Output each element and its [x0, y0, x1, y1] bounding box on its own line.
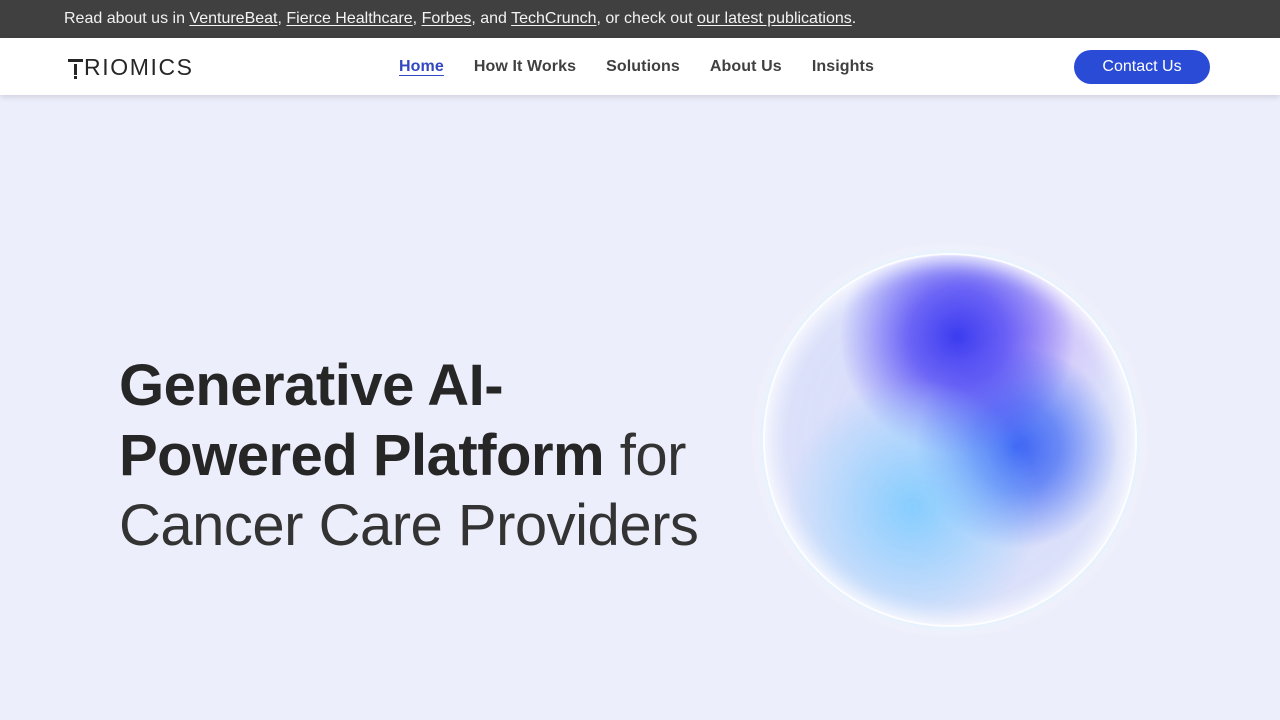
hero-section: Generative AI- Powered Platform for Canc…: [0, 95, 1280, 720]
sphere-rim: [763, 253, 1137, 627]
triomics-logo[interactable]: RIOMICS: [68, 53, 194, 81]
nav-home[interactable]: Home: [399, 58, 444, 76]
nav-insights[interactable]: Insights: [812, 58, 874, 76]
nav-about-us[interactable]: About Us: [710, 58, 782, 76]
announcement-bar: Read about us in VentureBeat, Fierce Hea…: [0, 0, 1280, 38]
nav-solutions[interactable]: Solutions: [606, 58, 680, 76]
headline-connector: for: [604, 423, 687, 488]
headline-line-1: Generative AI-: [119, 353, 504, 418]
techcrunch-link[interactable]: TechCrunch: [511, 10, 596, 27]
announcement-middle: , or check out: [596, 10, 697, 27]
contact-us-button[interactable]: Contact Us: [1074, 50, 1210, 84]
announcement-prefix: Read about us in: [64, 10, 190, 27]
headline-line-2: Powered Platform for: [119, 421, 698, 491]
announcement-suffix: .: [851, 10, 857, 27]
logo-t-mark-icon: [68, 56, 83, 79]
nav-how-it-works[interactable]: How It Works: [474, 58, 576, 76]
headline-line-3: Cancer Care Providers: [119, 493, 699, 558]
headline-emphasis: Powered Platform: [119, 423, 605, 488]
hero-sphere-visual: [763, 253, 1137, 627]
publications-link[interactable]: our latest publications: [697, 10, 852, 27]
fierce-healthcare-link[interactable]: Fierce Healthcare: [286, 10, 412, 27]
forbes-link[interactable]: Forbes: [422, 10, 472, 27]
announcement-separator: , and: [471, 10, 512, 27]
site-header: RIOMICS Home How It Works Solutions Abou…: [0, 38, 1280, 95]
announcement-separator: ,: [412, 10, 422, 27]
venturebeat-link[interactable]: VentureBeat: [189, 10, 277, 27]
logo-text: RIOMICS: [84, 54, 194, 80]
main-nav: Home How It Works Solutions About Us Ins…: [399, 38, 904, 95]
hero-headline: Generative AI- Powered Platform for Canc…: [119, 351, 699, 561]
